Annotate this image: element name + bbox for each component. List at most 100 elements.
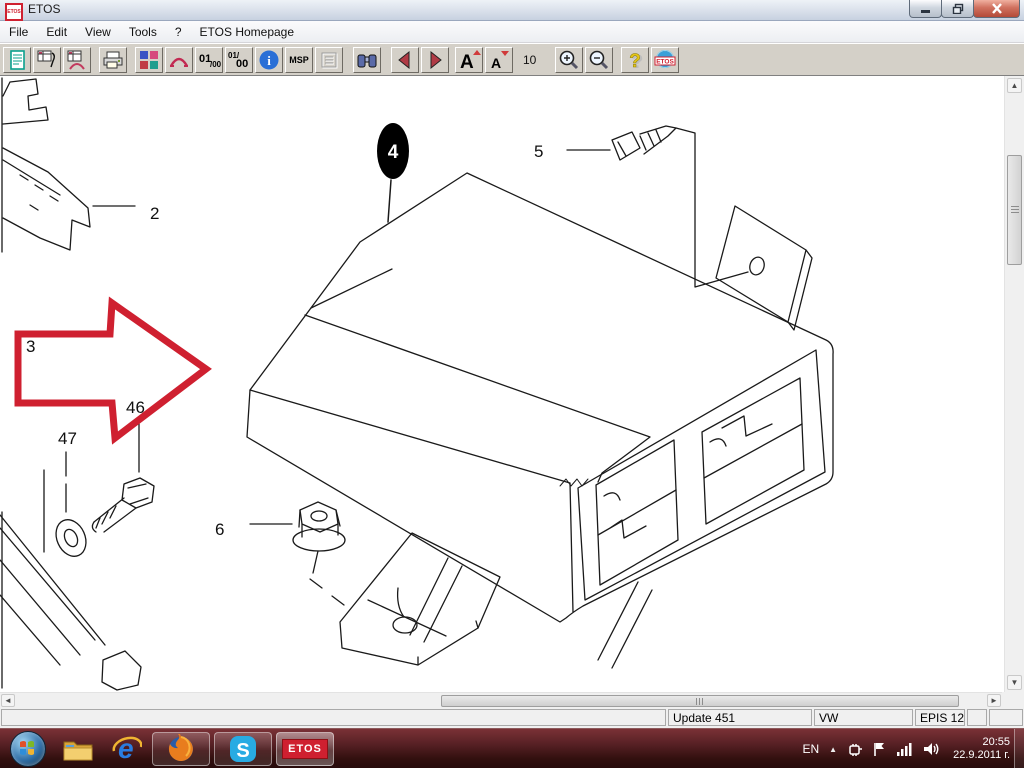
status-cell-epis: EPIS 122 [915,709,965,726]
help-button[interactable]: ? ? [621,47,649,73]
zoom-out-button[interactable] [585,47,613,73]
svg-text:00: 00 [236,58,248,70]
ie-taskbar-icon[interactable]: e [110,731,142,767]
previous-button[interactable] [391,47,419,73]
status-cell-spare2 [989,709,1023,726]
action-center-flag-icon[interactable] [872,741,887,757]
new-document-button[interactable] [3,47,31,73]
washer-drawing [50,515,91,561]
restore-button[interactable] [941,0,974,18]
balloon-leader-line [388,180,391,222]
svg-text:A: A [460,52,474,71]
help-icon: ? ? [624,49,646,71]
parts-line-drawing: 4 2 3 5 6 46 47 [0,76,1004,692]
arrow-left-icon [394,49,416,71]
arrow-right-icon [424,49,446,71]
menu-file[interactable]: File [0,23,37,41]
menu-edit[interactable]: Edit [37,23,76,41]
page-00-01-icon: 01/ 00 [227,49,251,71]
etos-taskbar-button[interactable]: ETOS [276,732,334,766]
menu-tools[interactable]: Tools [120,23,166,41]
menu-view[interactable]: View [76,23,120,41]
bolt-drawing [92,420,154,532]
open-section-button[interactable] [33,47,61,73]
section-graph-button[interactable] [63,47,91,73]
language-indicator[interactable]: EN [803,742,820,756]
status-cell-spare1 [967,709,987,726]
zoom-in-icon [558,49,580,71]
frame-view-button-disabled[interactable] [315,47,343,73]
svg-text:S: S [236,740,249,762]
window-title: ETOS [28,2,60,16]
svg-text:4: 4 [388,142,399,163]
page-01-00-icon: 01 /00 [197,49,221,71]
clock[interactable]: 20:55 22.9.2011 г. [953,736,1010,762]
restore-icon [952,3,964,14]
explorer-taskbar-icon[interactable] [60,731,96,767]
toolbar: 01 /00 01/ 00 i MSP [0,43,1024,76]
volume-icon[interactable] [922,741,940,757]
minimize-button[interactable] [909,0,942,18]
next-button[interactable] [421,47,449,73]
font-increase-button[interactable]: A [455,47,483,73]
minimize-icon [920,4,932,13]
vertical-scroll-thumb[interactable] [1007,155,1022,265]
skype-taskbar-button[interactable]: S [214,732,272,766]
graph-view-button[interactable] [165,47,193,73]
network-signal-icon[interactable] [896,742,913,757]
bottom-left-part [0,470,141,690]
close-button[interactable] [973,0,1020,18]
svg-text:A: A [491,55,501,71]
scroll-down-arrow[interactable]: ▼ [1007,675,1022,690]
font-decrease-button[interactable]: A [485,47,513,73]
print-button[interactable] [99,47,127,73]
menu-bar: File Edit View Tools ? ETOS Homepage [0,21,1024,43]
mounting-bracket-drawing [310,533,500,665]
callout-5: 5 [534,142,543,161]
vertical-scrollbar[interactable]: ▲ ▼ [1004,76,1024,692]
firefox-icon [166,734,196,764]
etos-web-button[interactable]: ETOS [651,47,679,73]
callout-3: 3 [26,337,35,356]
binoculars-icon [356,49,378,71]
page-mode-b-button[interactable]: 01/ 00 [225,47,253,73]
skype-icon: S [228,734,258,764]
horizontal-scroll-thumb[interactable] [441,695,959,707]
thumb-grip [1011,206,1019,214]
start-button[interactable] [10,731,46,767]
zoom-in-button[interactable] [555,47,583,73]
svg-text:/00: /00 [210,60,221,69]
font-size-value[interactable]: 10 [523,50,549,70]
callout-47: 47 [58,429,77,448]
safely-remove-hardware-icon[interactable] [847,741,863,757]
scroll-right-arrow[interactable]: ► [987,694,1001,707]
callout-2: 2 [150,204,159,223]
info-button[interactable]: i [255,47,283,73]
screw-drawing [567,126,748,287]
menu-etos-homepage[interactable]: ETOS Homepage [191,23,304,41]
etos-window: ETOS ETOS File Edit View Tools ? ETOS Ho… [0,0,1024,768]
folder-icon [62,736,94,762]
menu-help[interactable]: ? [166,23,191,41]
scroll-up-arrow[interactable]: ▲ [1007,78,1022,93]
show-hidden-icons-button[interactable]: ▲ [829,745,837,754]
status-cell-main [1,709,666,726]
printer-icon [102,49,124,71]
firefox-taskbar-button[interactable] [152,732,210,766]
msp-button[interactable]: MSP [285,47,313,73]
svg-text:ETOS: ETOS [656,58,674,65]
status-cell-update: Update 451 [668,709,812,726]
thumb-grip [696,698,704,705]
frame-disabled-icon [318,49,340,71]
horizontal-scrollbar[interactable]: ◄ ► [0,692,1002,708]
color-legend-button[interactable] [135,47,163,73]
show-desktop-button[interactable] [1014,729,1024,769]
svg-text:i: i [267,53,271,68]
scrollbar-corner [1002,692,1024,708]
tray-date: 22.9.2011 г. [953,749,1010,762]
page-mode-a-button[interactable]: 01 /00 [195,47,223,73]
etos-globe-icon: ETOS [653,49,677,71]
search-button[interactable] [353,47,381,73]
scroll-left-arrow[interactable]: ◄ [1,694,15,707]
msp-label: MSP [289,55,309,65]
